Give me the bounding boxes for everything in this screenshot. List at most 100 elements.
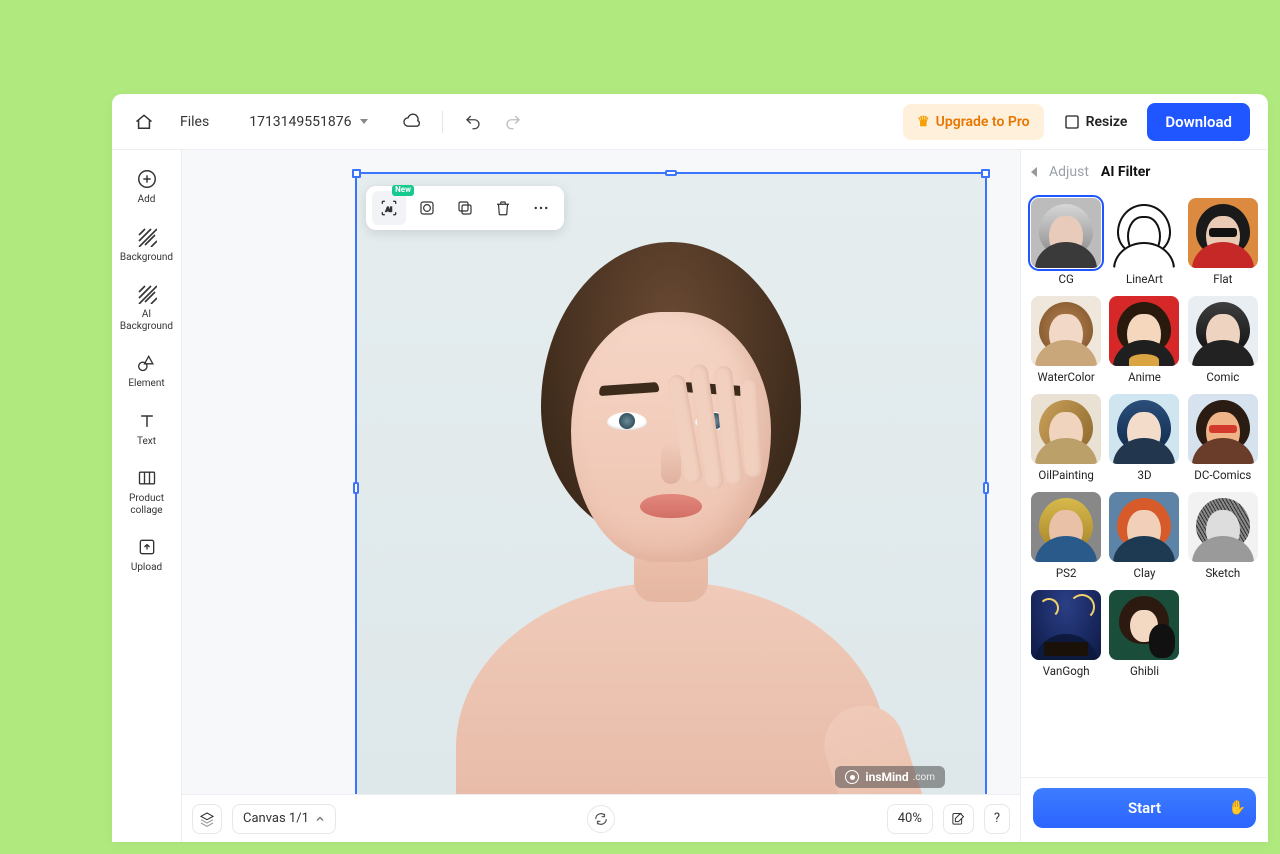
filter-dc-comics[interactable]: DC-Comics xyxy=(1188,394,1258,482)
sidebar-item-background[interactable]: Background xyxy=(115,220,179,270)
filter-clay[interactable]: Clay xyxy=(1109,492,1179,580)
filter-thumb xyxy=(1109,394,1179,464)
sidebar-item-label: Product collage xyxy=(129,493,164,516)
mask-tool-button[interactable] xyxy=(410,191,444,225)
upload-icon xyxy=(136,536,158,558)
project-name-dropdown[interactable]: 1713149551876 xyxy=(249,114,367,130)
filter-cg[interactable]: CG xyxy=(1031,198,1101,286)
canvas-picker[interactable]: Canvas 1/1 xyxy=(232,804,336,834)
filter-ps2[interactable]: PS2 xyxy=(1031,492,1101,580)
start-label: Start xyxy=(1128,799,1161,817)
filter-label: 3D xyxy=(1137,468,1151,482)
filters-grid: CG LineArt Flat WaterColor Anime Comic OilPain… xyxy=(1021,194,1268,777)
filter-thumb xyxy=(1031,296,1101,366)
filter-comic[interactable]: Comic xyxy=(1188,296,1258,384)
selection-toolbar: AI New xyxy=(366,186,564,230)
right-panel-header: Adjust AI Filter xyxy=(1021,150,1268,194)
project-name-text: 1713149551876 xyxy=(249,114,351,130)
filter-oilpainting[interactable]: OilPainting xyxy=(1031,394,1101,482)
filter-thumb xyxy=(1188,198,1258,268)
tab-adjust[interactable]: Adjust xyxy=(1049,164,1089,180)
upgrade-label: Upgrade to Pro xyxy=(936,114,1030,130)
upgrade-button[interactable]: ♛ Upgrade to Pro xyxy=(903,104,1044,140)
filter-label: OilPainting xyxy=(1038,468,1093,482)
resize-handle[interactable] xyxy=(981,169,990,178)
back-icon[interactable] xyxy=(1031,167,1037,177)
files-menu[interactable]: Files xyxy=(180,114,209,130)
text-icon xyxy=(136,410,158,432)
delete-button[interactable] xyxy=(486,191,520,225)
canvas-image[interactable]: insMind.com xyxy=(357,174,985,802)
filter-vangogh[interactable]: VanGogh xyxy=(1031,590,1101,678)
sidebar-item-label: Add xyxy=(138,194,156,206)
filter-lineart[interactable]: LineArt xyxy=(1109,198,1179,286)
help-button[interactable]: ? xyxy=(984,804,1010,834)
filter-watercolor[interactable]: WaterColor xyxy=(1031,296,1101,384)
download-button[interactable]: Download xyxy=(1147,103,1250,141)
filter-sketch[interactable]: Sketch xyxy=(1188,492,1258,580)
filter-label: LineArt xyxy=(1126,272,1163,286)
resize-label: Resize xyxy=(1086,114,1128,130)
duplicate-button[interactable] xyxy=(448,191,482,225)
filter-ghibli[interactable]: Ghibli xyxy=(1109,590,1179,678)
filter-thumb xyxy=(1109,296,1179,366)
resize-button[interactable]: Resize xyxy=(1056,114,1136,130)
more-button[interactable] xyxy=(524,191,558,225)
sidebar-item-label: Background xyxy=(120,252,173,264)
filter-thumb xyxy=(1188,394,1258,464)
filter-label: Ghibli xyxy=(1130,664,1159,678)
watermark-logo-icon xyxy=(845,770,859,784)
start-button[interactable]: Start ✋ xyxy=(1033,788,1256,828)
hatch-icon xyxy=(136,226,158,248)
hand-pointer-icon: ✋ xyxy=(1229,800,1246,816)
filter-label: Anime xyxy=(1128,370,1161,384)
filter-label: VanGogh xyxy=(1043,664,1090,678)
watermark: insMind.com xyxy=(835,766,945,788)
redo-button[interactable] xyxy=(499,108,527,136)
filter-label: Comic xyxy=(1206,370,1239,384)
sidebar-item-element[interactable]: Element xyxy=(115,346,179,396)
filter-thumb xyxy=(1109,492,1179,562)
filter-3d[interactable]: 3D xyxy=(1109,394,1179,482)
zoom-level[interactable]: 40% xyxy=(887,804,933,834)
sidebar-item-product-collage[interactable]: Product collage xyxy=(115,461,179,522)
filter-flat[interactable]: Flat xyxy=(1188,198,1258,286)
filter-thumb xyxy=(1109,590,1179,660)
sidebar-item-add[interactable]: Add xyxy=(115,162,179,212)
filter-thumb xyxy=(1188,492,1258,562)
topbar: Files 1713149551876 ♛ Upgrade to Pro Res… xyxy=(112,94,1268,150)
sidebar-item-ai-background[interactable]: AI Background xyxy=(115,277,179,338)
app-window: Files 1713149551876 ♛ Upgrade to Pro Res… xyxy=(112,94,1268,842)
undo-button[interactable] xyxy=(459,108,487,136)
cloud-sync-icon[interactable] xyxy=(398,108,426,136)
resize-handle[interactable] xyxy=(353,482,359,494)
canvas-area[interactable]: insMind.com AI New xyxy=(182,150,1020,842)
sidebar-item-label: Text xyxy=(137,436,156,448)
svg-text:AI: AI xyxy=(386,205,392,213)
plus-circle-icon xyxy=(136,168,158,190)
portrait-illustration xyxy=(441,202,901,802)
app-body: Add Background AI Background Element Tex… xyxy=(112,150,1268,842)
right-panel: Adjust AI Filter CG LineArt Flat WaterColor… xyxy=(1020,150,1268,842)
ai-tool-button[interactable]: AI New xyxy=(372,191,406,225)
edit-meta-button[interactable] xyxy=(943,804,974,834)
filter-anime[interactable]: Anime xyxy=(1109,296,1179,384)
home-icon[interactable] xyxy=(130,108,158,136)
sidebar-item-text[interactable]: Text xyxy=(115,404,179,454)
left-sidebar: Add Background AI Background Element Tex… xyxy=(112,150,182,842)
filter-thumb xyxy=(1188,296,1258,366)
filter-thumb xyxy=(1031,492,1101,562)
sidebar-item-label: AI Background xyxy=(120,309,173,332)
layers-button[interactable] xyxy=(192,804,222,834)
resize-handle[interactable] xyxy=(983,482,989,494)
tab-ai-filter[interactable]: AI Filter xyxy=(1101,164,1151,180)
resize-handle[interactable] xyxy=(352,169,361,178)
chevron-down-icon xyxy=(360,119,368,124)
resize-handle[interactable] xyxy=(665,170,677,176)
collage-icon xyxy=(136,467,158,489)
canvas-bottom-bar: Canvas 1/1 40% ? xyxy=(182,794,1020,842)
filter-thumb xyxy=(1109,198,1179,268)
refresh-button[interactable] xyxy=(587,805,615,833)
sidebar-item-label: Upload xyxy=(131,562,162,574)
sidebar-item-upload[interactable]: Upload xyxy=(115,530,179,580)
